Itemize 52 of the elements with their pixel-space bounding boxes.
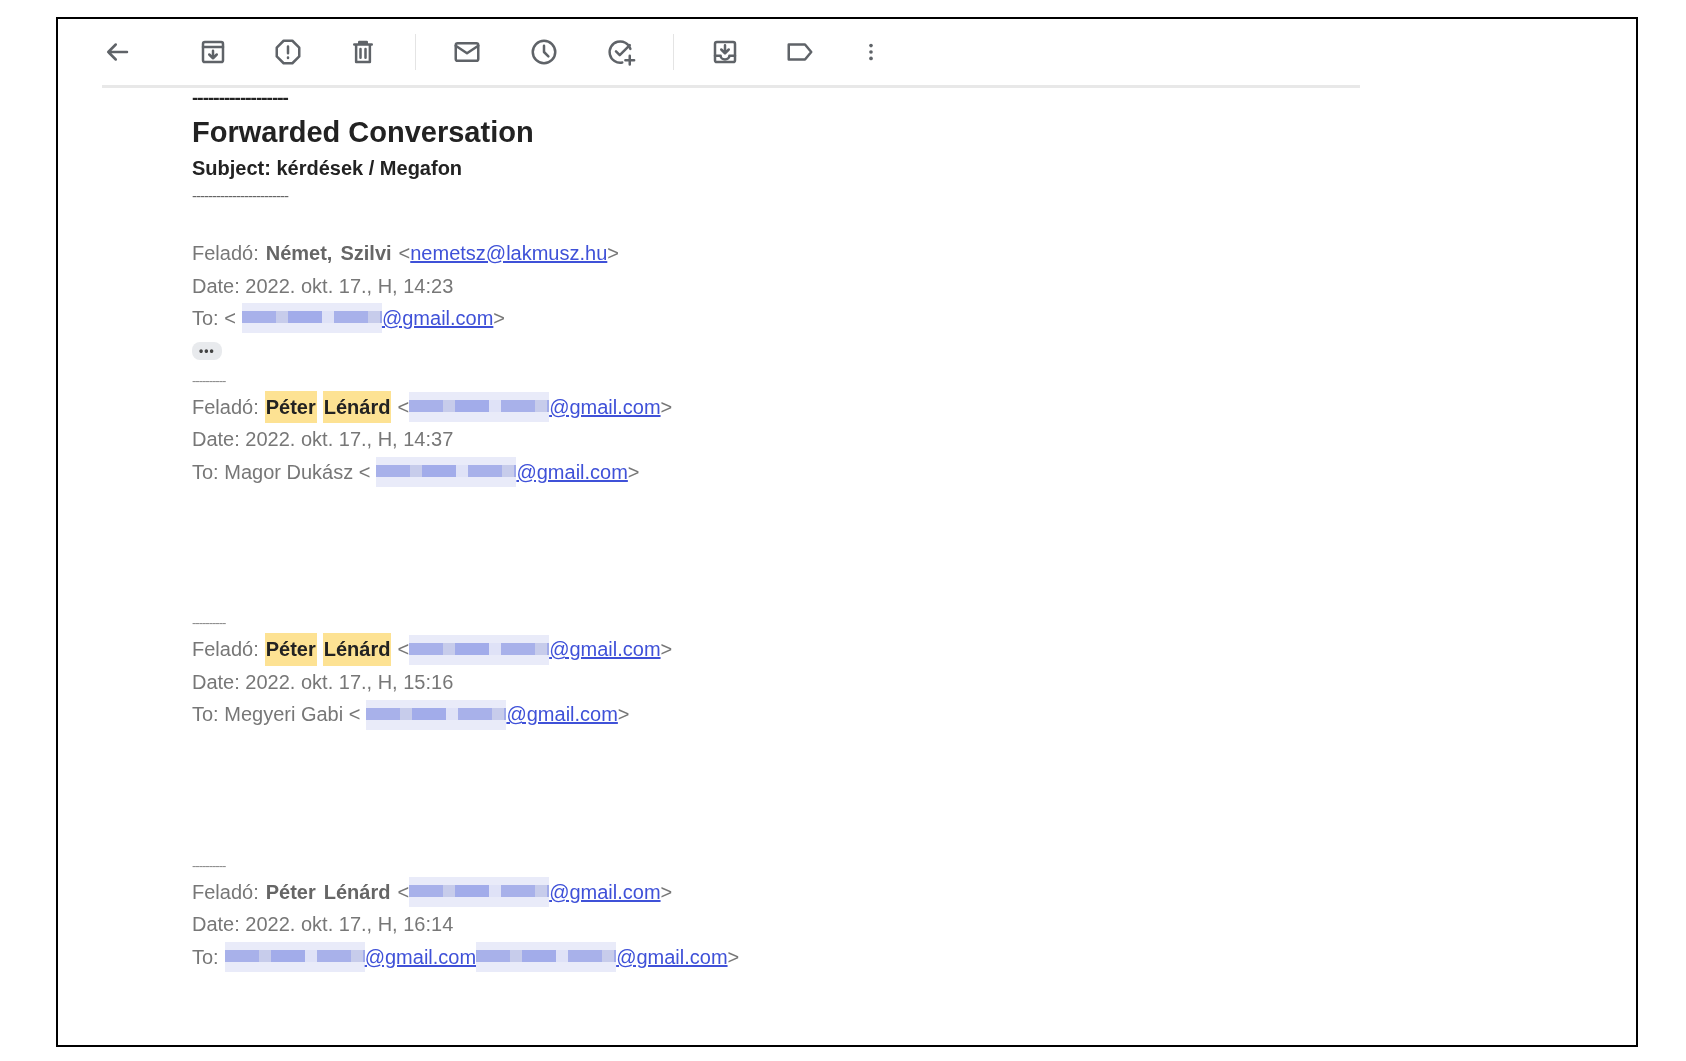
from-label: Feladó:	[192, 637, 259, 663]
recipient-text: To:	[192, 944, 219, 970]
sender-name: Szilvi	[339, 241, 393, 266]
dashed-rule-text: ------------------	[192, 88, 289, 104]
dashed-rule-text: ----------	[192, 858, 227, 872]
sender-name: Péter	[264, 879, 317, 905]
date-line: Date: 2022. okt. 17., H, 14:37	[192, 427, 454, 453]
sender-name: Péter	[264, 390, 317, 424]
recipient-text: >	[727, 944, 740, 970]
bracket-text: <	[397, 394, 410, 420]
recipient-text: To: Magor Dukász <	[192, 459, 371, 485]
recipient-text: >	[493, 306, 506, 331]
report-icon[interactable]	[273, 37, 303, 67]
email-link[interactable]: @gmail.com	[364, 940, 477, 974]
email-link[interactable]: @gmail.com	[616, 940, 728, 974]
bracket-text: >	[607, 241, 619, 266]
recipient-text: >	[627, 459, 640, 485]
bracket-text: >	[660, 879, 673, 905]
recipient-text: >	[617, 702, 630, 728]
from-label: Feladó:	[192, 394, 259, 420]
date-line: Date: 2022. okt. 17., H, 16:14	[192, 912, 454, 938]
sender-name: Péter	[264, 633, 317, 666]
check-plus-icon[interactable]	[606, 37, 636, 67]
email-link[interactable]: @gmail.com	[516, 455, 628, 489]
bracket-text: <	[397, 637, 410, 663]
dashed-rule-text: ----------	[192, 373, 227, 387]
subject-line: Subject: kérdések / Megafon	[192, 157, 464, 180]
email-link[interactable]: @gmail.com	[549, 390, 661, 424]
dashed-rule-text: ------------------------	[192, 188, 290, 203]
show-more-button[interactable]: •••	[192, 341, 222, 360]
from-label: Feladó:	[192, 241, 259, 266]
sender-name: Lénárd	[322, 879, 392, 905]
date-line: Date: 2022. okt. 17., H, 14:23	[192, 273, 454, 299]
sender-name: Német,	[264, 241, 334, 266]
email-link[interactable]: @gmail.com	[381, 302, 494, 335]
bracket-text: >	[660, 637, 673, 663]
from-label: Feladó:	[192, 879, 259, 905]
sender-name: Lénárd	[322, 390, 392, 424]
bracket-text: >	[660, 394, 673, 420]
recipient-text: To: <	[192, 306, 236, 331]
email-link[interactable]: @gmail.com	[549, 875, 661, 909]
dashed-rule-text: ----------	[192, 616, 227, 630]
bracket-text: <	[397, 879, 410, 905]
email-link[interactable]: nemetsz@lakmusz.hu	[410, 237, 608, 270]
conversation-title: Forwarded Conversation	[192, 116, 535, 149]
email-link[interactable]: @gmail.com	[549, 633, 661, 666]
sender-name: Lénárd	[322, 633, 392, 666]
clock-icon[interactable]	[529, 37, 559, 67]
bracket-text: <	[398, 241, 411, 266]
recipient-text: To: Megyeri Gabi <	[192, 702, 361, 728]
email-link[interactable]: @gmail.com	[506, 698, 618, 731]
date-line: Date: 2022. okt. 17., H, 15:16	[192, 669, 454, 695]
